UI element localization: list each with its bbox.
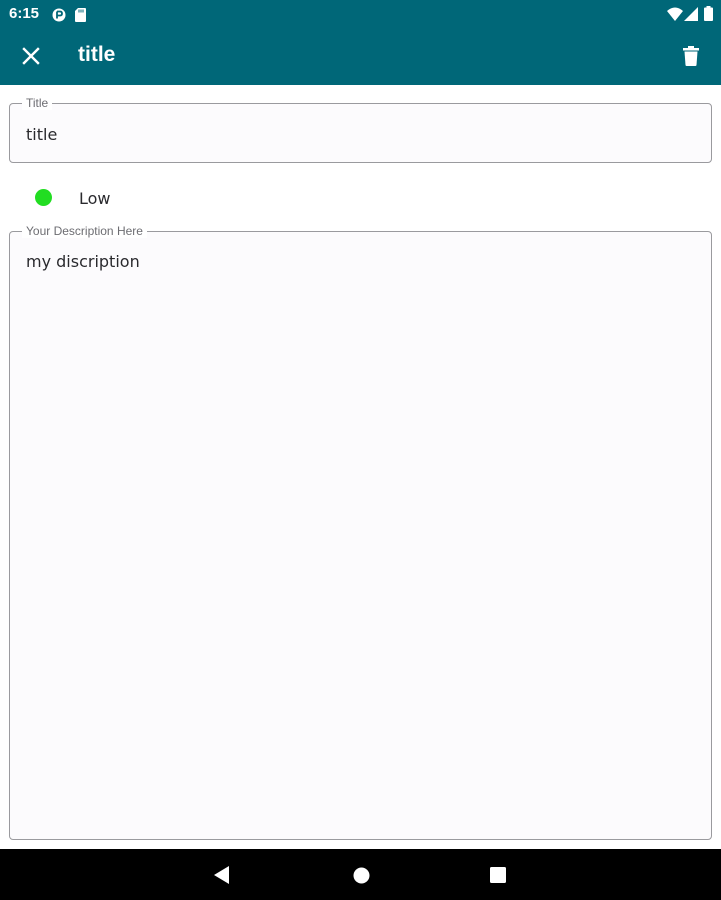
home-icon <box>353 867 369 883</box>
description-field[interactable]: Your Description Here my discription <box>9 224 712 840</box>
recents-icon <box>490 867 506 883</box>
status-time: 6:15 <box>9 5 40 22</box>
battery-icon <box>704 6 713 25</box>
delete-button[interactable] <box>673 38 709 74</box>
back-icon <box>214 866 229 884</box>
description-field-label: Your Description Here <box>22 224 147 238</box>
priority-label: Low <box>79 189 111 208</box>
navigation-bar <box>0 849 721 900</box>
delete-icon <box>683 46 699 66</box>
app-bar: title <box>0 28 721 85</box>
title-field[interactable]: Title title <box>9 96 712 163</box>
recents-button[interactable] <box>485 862 511 888</box>
wifi-icon <box>667 6 683 25</box>
page-title: title <box>78 43 116 66</box>
home-button[interactable] <box>348 862 374 888</box>
edit-note-screen: 6:15 title Title title Low Your Descript… <box>0 0 721 900</box>
data-saver-icon <box>52 7 66 26</box>
cellular-signal-icon <box>684 6 698 25</box>
status-bar: 6:15 <box>0 0 721 28</box>
priority-color-dot <box>35 189 52 206</box>
description-input[interactable]: my discription <box>26 252 686 271</box>
back-button[interactable] <box>209 862 235 888</box>
title-input[interactable]: title <box>26 125 686 144</box>
close-button[interactable] <box>13 38 49 74</box>
sd-card-icon <box>75 7 86 26</box>
close-icon <box>22 47 40 65</box>
priority-selector[interactable]: Low <box>0 176 721 220</box>
title-field-label: Title <box>22 96 53 110</box>
